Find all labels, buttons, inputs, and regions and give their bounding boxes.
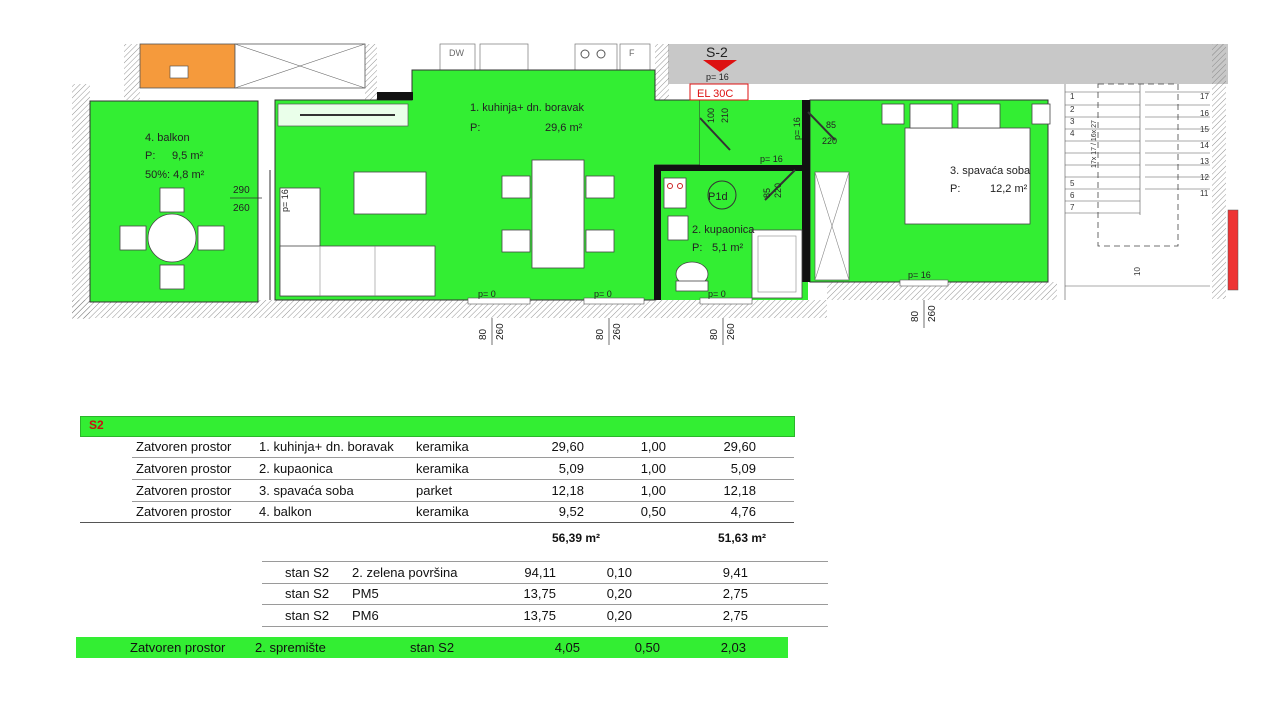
table-row: Zatvoren prostor 1. kuhinja+ dn. boravak…: [0, 436, 800, 457]
cell-coef: 1,00: [640, 439, 666, 454]
table-header-bar: S2: [80, 416, 795, 437]
cell-area: 9,52: [558, 504, 584, 519]
area-table: S2 Zatvoren prostor 1. kuhinja+ dn. bora…: [0, 0, 1280, 720]
cell-total: 29,60: [723, 439, 756, 454]
extra-row: stan S2 PM6 13,75 0,20 2,75: [0, 605, 830, 626]
cell-floor: keramika: [416, 504, 469, 519]
cell-total: 2,75: [722, 586, 748, 601]
cell-total: 9,41: [722, 565, 748, 580]
cell-coef: 1,00: [640, 461, 666, 476]
cell-type: Zatvoren prostor: [136, 461, 232, 476]
cell-room: 2. spremište: [255, 640, 326, 655]
sum-area: 56,39 m²: [551, 531, 600, 545]
cell-coef: 0,50: [640, 504, 666, 519]
cell-item: PM5: [352, 586, 379, 601]
cell-type: Zatvoren prostor: [136, 439, 232, 454]
cell-unit: stan S2: [285, 565, 330, 580]
cell-coef: 0,20: [606, 608, 632, 623]
cell-floor: parket: [416, 483, 453, 498]
cell-type: Zatvoren prostor: [136, 504, 232, 519]
cell-total: 4,76: [730, 504, 756, 519]
cell-area: 12,18: [551, 483, 584, 498]
cell-item: 2. zelena površina: [352, 565, 458, 580]
table-header-label: S2: [89, 418, 104, 432]
cell-total: 12,18: [723, 483, 756, 498]
cell-unit: stan S2: [410, 640, 455, 655]
table-row: Zatvoren prostor 3. spavaća soba parket …: [0, 480, 800, 501]
cell-area: 4,05: [554, 640, 580, 655]
cell-coef: 0,20: [606, 586, 632, 601]
cell-unit: stan S2: [285, 608, 330, 623]
table-row: Zatvoren prostor 4. balkon keramika 9,52…: [0, 501, 800, 522]
cell-coef: 0,10: [606, 565, 632, 580]
cell-room: 1. kuhinja+ dn. boravak: [259, 439, 394, 454]
sum-total: 51,63 m²: [717, 531, 766, 545]
cell-area: 94,11: [524, 565, 556, 580]
cell-coef: 0,50: [634, 640, 660, 655]
cell-area: 13,75: [523, 586, 556, 601]
cell-type: Zatvoren prostor: [130, 640, 226, 655]
cell-total: 2,03: [720, 640, 746, 655]
cell-total: 5,09: [730, 461, 756, 476]
cell-coef: 1,00: [640, 483, 666, 498]
cell-floor: keramika: [416, 461, 469, 476]
cell-total: 2,75: [722, 608, 748, 623]
cell-type: Zatvoren prostor: [136, 483, 232, 498]
cell-area: 13,75: [523, 608, 556, 623]
cell-area: 29,60: [551, 439, 584, 454]
extra-row: stan S2 PM5 13,75 0,20 2,75: [0, 583, 830, 604]
cell-area: 5,09: [558, 461, 584, 476]
extra-row: stan S2 2. zelena površina 94,11 0,10 9,…: [0, 562, 830, 583]
cell-room: 2. kupaonica: [259, 461, 333, 476]
table-row: Zatvoren prostor 2. kupaonica keramika 5…: [0, 458, 800, 479]
cell-unit: stan S2: [285, 586, 330, 601]
cell-floor: keramika: [416, 439, 469, 454]
table-totals: 56,39 m² 51,63 m²: [0, 528, 800, 549]
cell-room: 3. spavaća soba: [259, 483, 354, 498]
cell-room: 4. balkon: [259, 504, 312, 519]
storage-row: Zatvoren prostor 2. spremište stan S2 4,…: [76, 637, 788, 658]
cell-item: PM6: [352, 608, 379, 623]
